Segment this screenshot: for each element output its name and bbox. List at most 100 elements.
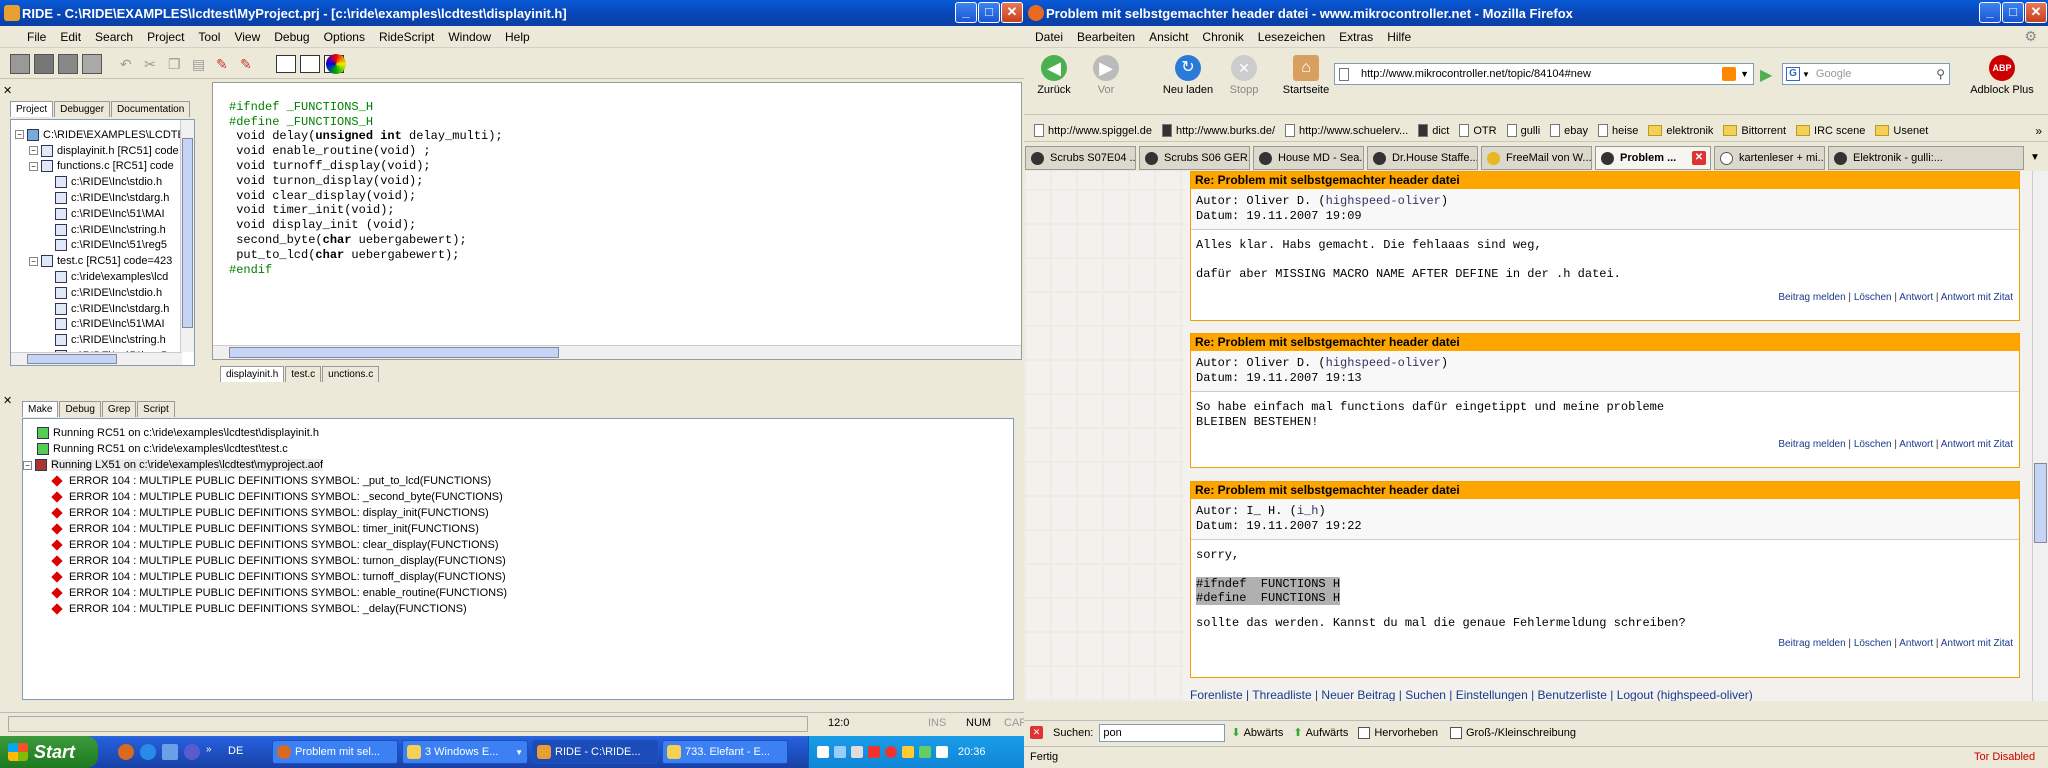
- page-scrollbar[interactable]: [2032, 171, 2048, 701]
- color-palette-icon[interactable]: [326, 54, 346, 74]
- tray-update-icon[interactable]: [868, 746, 880, 758]
- error-line[interactable]: ERROR 104 : MULTIPLE PUBLIC DEFINITIONS …: [23, 585, 1013, 601]
- editor-tab-test[interactable]: test.c: [285, 366, 322, 382]
- ff-menu-ansicht[interactable]: Ansicht: [1142, 30, 1195, 44]
- tree-expander-icon[interactable]: −: [29, 256, 38, 266]
- tab-elektronik-gulli[interactable]: Elektronik - gulli:...: [1828, 146, 2024, 170]
- adblock-button[interactable]: ABP Adblock Plus: [1962, 55, 2042, 96]
- menu-help[interactable]: Help: [498, 30, 537, 44]
- tree-hscrollbar[interactable]: [11, 352, 182, 365]
- post-title[interactable]: Re: Problem mit selbstgemachter header d…: [1191, 482, 2019, 499]
- bookmarks-overflow-icon[interactable]: »: [2035, 124, 2042, 138]
- bookmark-heise[interactable]: heise: [1598, 124, 1638, 137]
- tree-scroll-thumb[interactable]: [182, 138, 193, 328]
- bookmark-schuelerv[interactable]: http://www.schuelerv...: [1285, 124, 1408, 137]
- ff-menu-extras[interactable]: Extras: [1332, 30, 1380, 44]
- google-icon[interactable]: G: [1786, 67, 1800, 81]
- find-close-icon[interactable]: ✕: [1030, 726, 1043, 739]
- tree-item[interactable]: c:\RIDE\Inc\stdarg.h: [11, 301, 194, 317]
- editor-tab-functions[interactable]: unctions.c: [322, 366, 380, 382]
- post-title[interactable]: Re: Problem mit selbstgemachter header d…: [1191, 172, 2019, 189]
- tray-network-icon[interactable]: [834, 746, 846, 758]
- task-ride[interactable]: RIDE - C:\RIDE...: [532, 740, 658, 764]
- quicklaunch-more-icon[interactable]: »: [206, 744, 212, 755]
- menu-project[interactable]: Project: [140, 30, 191, 44]
- tree-item[interactable]: − C:\RIDE\EXAMPLES\LCDTES: [11, 127, 194, 143]
- menu-view[interactable]: View: [227, 30, 267, 44]
- error-line[interactable]: ERROR 104 : MULTIPLE PUBLIC DEFINITIONS …: [23, 489, 1013, 505]
- ff-minimize-button[interactable]: _: [1979, 2, 2001, 23]
- error-line[interactable]: ERROR 104 : MULTIPLE PUBLIC DEFINITIONS …: [23, 473, 1013, 489]
- tree-expander-icon[interactable]: −: [15, 130, 24, 140]
- action-reply[interactable]: Antwort: [1899, 638, 1933, 649]
- tray-antivirus-icon[interactable]: [885, 746, 897, 758]
- output-tab-debug[interactable]: Debug: [59, 401, 101, 417]
- action-reply[interactable]: Antwort: [1899, 292, 1933, 303]
- ff-menu-chronik[interactable]: Chronik: [1195, 30, 1250, 44]
- action-delete[interactable]: Löschen: [1854, 638, 1892, 649]
- output-tab-script[interactable]: Script: [137, 401, 175, 417]
- error-line[interactable]: ERROR 104 : MULTIPLE PUBLIC DEFINITIONS …: [23, 521, 1013, 537]
- tab-problem[interactable]: Problem ... ✕: [1595, 146, 1711, 170]
- bookmark-spiggel[interactable]: http://www.spiggel.de: [1034, 124, 1152, 137]
- panel-close-icon[interactable]: ✕: [3, 84, 12, 97]
- ff-menu-bearbeiten[interactable]: Bearbeiten: [1070, 30, 1142, 44]
- url-dropdown-icon[interactable]: ▼: [1740, 69, 1749, 79]
- ff-menu-hilfe[interactable]: Hilfe: [1380, 30, 1418, 44]
- undo-icon[interactable]: ↶: [120, 56, 136, 72]
- tree-item[interactable]: − functions.c [RC51] code: [11, 159, 194, 175]
- action-report[interactable]: Beitrag melden: [1778, 439, 1845, 450]
- bookmark-folder-elektronik[interactable]: elektronik: [1648, 125, 1713, 137]
- quicklaunch-firefox-icon[interactable]: [118, 744, 134, 760]
- tray-mail-icon[interactable]: [919, 746, 931, 758]
- rss-icon[interactable]: [1722, 67, 1737, 81]
- stop-button[interactable]: ✕ Stopp: [1224, 55, 1264, 96]
- maximize-button[interactable]: □: [978, 2, 1000, 23]
- tree-item[interactable]: − displayinit.h [RC51] code: [11, 143, 194, 159]
- highlight-label[interactable]: Hervorheben: [1374, 727, 1438, 739]
- output-tab-make[interactable]: Make: [22, 401, 59, 417]
- action-delete[interactable]: Löschen: [1854, 292, 1892, 303]
- tab-list-icon[interactable]: ▼: [2030, 152, 2040, 163]
- quicklaunch-media-icon[interactable]: [184, 744, 200, 760]
- menu-options[interactable]: Options: [317, 30, 372, 44]
- find-next-icon[interactable]: ⬇: [1231, 726, 1240, 739]
- tree-item[interactable]: c:\ride\examples\lcd: [11, 269, 194, 285]
- home-button[interactable]: ⌂ Startseite: [1278, 55, 1334, 96]
- bookmark-folder-usenet[interactable]: Usenet: [1875, 125, 1928, 137]
- code-text[interactable]: #ifndef _FUNCTIONS_H #define _FUNCTIONS_H…: [229, 85, 503, 307]
- case-checkbox[interactable]: [1449, 726, 1462, 739]
- author-link[interactable]: highspeed-oliver: [1326, 194, 1441, 208]
- tab-freemail[interactable]: FreeMail von W...: [1481, 146, 1592, 170]
- bookmark-burks[interactable]: http://www.burks.de/: [1161, 124, 1275, 137]
- tab-drhouse[interactable]: Dr.House Staffe...: [1367, 146, 1478, 170]
- tree-item[interactable]: c:\RIDE\Inc\string.h: [11, 222, 194, 238]
- close-button[interactable]: ✕: [1001, 2, 1023, 23]
- bookmark-dict[interactable]: dict: [1418, 124, 1449, 137]
- error-line[interactable]: ERROR 104 : MULTIPLE PUBLIC DEFINITIONS …: [23, 553, 1013, 569]
- url-text[interactable]: http://www.mikrocontroller.net/topic/841…: [1361, 68, 1591, 80]
- footer-links[interactable]: Forenliste | Threadliste | Neuer Beitrag…: [1190, 690, 2006, 701]
- menu-search[interactable]: Search: [88, 30, 140, 44]
- action-quote[interactable]: Antwort mit Zitat: [1941, 292, 2013, 303]
- find-input[interactable]: pon: [1099, 723, 1226, 742]
- action-report[interactable]: Beitrag melden: [1778, 638, 1845, 649]
- build-icon[interactable]: [10, 54, 30, 74]
- tab-scrubs-s06[interactable]: Scrubs S06 GER...: [1139, 146, 1250, 170]
- output-tab-grep[interactable]: Grep: [101, 401, 137, 417]
- editor-tab-displayinit[interactable]: displayinit.h: [220, 366, 285, 382]
- author-link[interactable]: highspeed-oliver: [1326, 356, 1441, 370]
- code-editor[interactable]: #ifndef _FUNCTIONS_H #define _FUNCTIONS_H…: [212, 82, 1022, 360]
- tree-item[interactable]: c:\RIDE\Inc\stdio.h: [11, 285, 194, 301]
- tab-house-md[interactable]: House MD - Sea...: [1253, 146, 1364, 170]
- debug-icon[interactable]: [82, 54, 102, 74]
- compile-icon[interactable]: [34, 54, 54, 74]
- url-bar[interactable]: http://www.mikrocontroller.net/topic/841…: [1334, 63, 1754, 85]
- tree-expander-icon[interactable]: −: [29, 161, 38, 171]
- forward-button[interactable]: ▶ Vor: [1086, 55, 1126, 96]
- tab-documentation[interactable]: Documentation: [111, 101, 191, 117]
- output-close-icon[interactable]: ✕: [3, 394, 12, 407]
- clock[interactable]: 20:36: [958, 746, 986, 758]
- tor-status[interactable]: Tor Disabled: [1974, 751, 2035, 763]
- bookmark-icon[interactable]: ✎: [216, 56, 232, 72]
